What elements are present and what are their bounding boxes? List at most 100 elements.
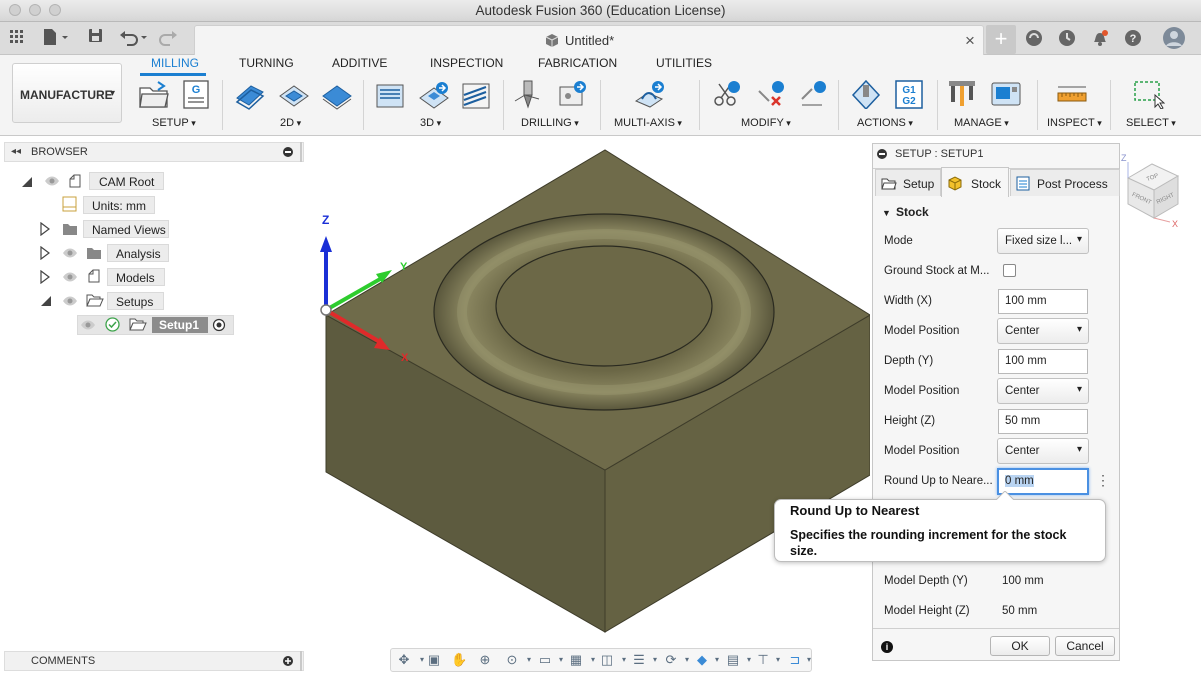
setup-sheet-icon[interactable]: G [181,79,213,109]
cut-toolpath-icon[interactable] [710,79,742,109]
tab-milling[interactable]: MILLING [151,56,199,70]
model-position-y-select[interactable]: Center [997,378,1089,404]
post-process-icon[interactable]: G1G2 [893,79,925,109]
zoom-window-icon[interactable]: ⊙ [504,652,520,668]
setup1-node[interactable]: Setup1 [152,317,208,333]
face-icon[interactable] [321,80,353,110]
3d-adaptive-icon[interactable] [374,80,406,110]
3d-parallel-icon[interactable] [460,80,492,110]
visibility-eye-icon[interactable] [62,295,78,307]
zoom-dropdown-icon[interactable]: ▾ [521,652,537,668]
group-multi-axis[interactable]: MULTI-AXIS [614,117,682,129]
file-menu-icon[interactable] [42,28,70,46]
measure-icon[interactable] [1056,81,1088,111]
select-window-icon[interactable] [1133,79,1165,109]
info-icon[interactable]: i [881,641,893,653]
visibility-eye-icon[interactable] [62,247,78,259]
tab-setup[interactable]: Setup [875,169,941,196]
multi-axis-icon[interactable] [634,79,666,109]
expand-arrow-icon[interactable] [40,270,50,284]
look-at-icon[interactable]: ▣ [426,652,442,668]
undo-icon[interactable] [119,28,149,46]
zoom-icon[interactable]: ⊕ [477,652,493,668]
named-views-node[interactable]: Named Views [83,220,169,238]
analysis-node[interactable]: Analysis [107,244,169,262]
group-2d[interactable]: 2D [280,117,301,129]
new-setup-folder-icon[interactable] [138,80,170,110]
comments-bar[interactable]: COMMENTS [4,651,304,671]
tab-post-process[interactable]: Post Process [1010,169,1120,196]
tab-fabrication[interactable]: FABRICATION [538,56,617,70]
comments-resize-handle[interactable] [300,651,302,671]
redo-icon[interactable] [158,28,188,46]
tool-library-icon[interactable] [946,79,978,109]
browser-minimize-icon[interactable] [283,147,293,157]
group-manage[interactable]: MANAGE [954,117,1009,129]
orbit-icon[interactable]: ✥ [396,652,412,668]
group-actions[interactable]: ACTIONS [857,117,913,129]
group-setup[interactable]: SETUP [152,117,196,129]
expand-arrow-icon[interactable] [40,246,50,260]
setups-node[interactable]: Setups [107,292,164,310]
data-panel-grid-icon[interactable] [10,30,24,44]
cancel-button[interactable]: Cancel [1055,636,1115,656]
stock-display-dropdown-icon[interactable]: ▾ [647,652,663,668]
2d-adaptive-icon[interactable] [234,80,266,110]
group-modify[interactable]: MODIFY [741,117,791,129]
expand-arrow-icon[interactable] [40,222,50,236]
extensions-icon[interactable] [1025,29,1043,47]
visibility-eye-icon[interactable] [62,271,78,283]
visibility-eye-icon[interactable] [80,319,96,331]
hole-recognition-icon[interactable] [556,79,588,109]
collapse-browser-icon[interactable]: ◂◂ [11,143,21,161]
job-status-icon[interactable] [1058,29,1076,47]
save-icon[interactable] [88,28,104,44]
drill-icon[interactable] [512,79,544,109]
width-input[interactable]: 100 mm [998,289,1088,314]
model-position-x-select[interactable]: Center [997,318,1089,344]
workspace-switcher[interactable]: MANUFACTURE ▾ [12,63,122,123]
shading-icon[interactable]: ◆ [694,652,710,668]
ground-stock-checkbox[interactable] [1003,264,1016,277]
pan-hand-icon[interactable]: ✋ [451,652,467,668]
view-cube[interactable]: TOP FRONT RIGHT Z X [1118,148,1194,232]
group-3d[interactable]: 3D [420,117,441,129]
2d-pocket-icon[interactable] [278,80,310,110]
close-tab-icon[interactable]: × [965,31,975,51]
section-collapse-icon[interactable]: ▼ [882,208,891,218]
models-node[interactable]: Models [107,268,165,286]
group-drilling[interactable]: DRILLING [521,117,579,129]
collapse-arrow-icon[interactable] [40,295,52,307]
delete-toolpath-icon[interactable] [756,79,788,109]
depth-input[interactable]: 100 mm [998,349,1088,374]
notifications-bell-icon[interactable] [1090,28,1110,48]
camera-icon[interactable]: ▤ [725,652,741,668]
tool-display-icon[interactable]: ⊤ [755,652,771,668]
machine-library-icon[interactable] [990,79,1022,109]
toolpath-dropdown-icon[interactable]: ▾ [679,652,695,668]
group-select[interactable]: SELECT [1126,117,1176,129]
ok-button[interactable]: OK [990,636,1050,656]
3d-pocket-icon[interactable] [418,80,450,110]
browser-resize-handle[interactable] [300,142,302,162]
stock-display-icon[interactable]: ☰ [631,652,647,668]
grid-icon[interactable]: ▦ [568,652,584,668]
activate-radio-icon[interactable] [212,318,226,332]
add-comment-icon[interactable] [283,656,293,666]
viewports-icon[interactable]: ◫ [599,652,615,668]
collapse-arrow-icon[interactable] [21,176,33,188]
new-tab-button[interactable]: + [986,25,1016,54]
visibility-eye-icon[interactable] [44,175,60,187]
height-input[interactable]: 50 mm [998,409,1088,434]
cam-root-node[interactable]: CAM Root [89,172,164,190]
group-inspect[interactable]: INSPECT [1047,117,1102,129]
tab-turning[interactable]: TURNING [239,56,294,70]
dialog-minimize-icon[interactable] [877,149,887,159]
simulate-icon[interactable] [850,79,882,109]
mode-select[interactable]: Fixed size l... [997,228,1089,254]
units-node[interactable]: Units: mm [83,196,155,214]
viewports-dropdown-icon[interactable]: ▾ [616,652,632,668]
tab-inspection[interactable]: INSPECTION [430,56,503,70]
toolpath-display-icon[interactable]: ⟳ [663,652,679,668]
more-options-icon[interactable]: ⋮ [1096,472,1110,488]
